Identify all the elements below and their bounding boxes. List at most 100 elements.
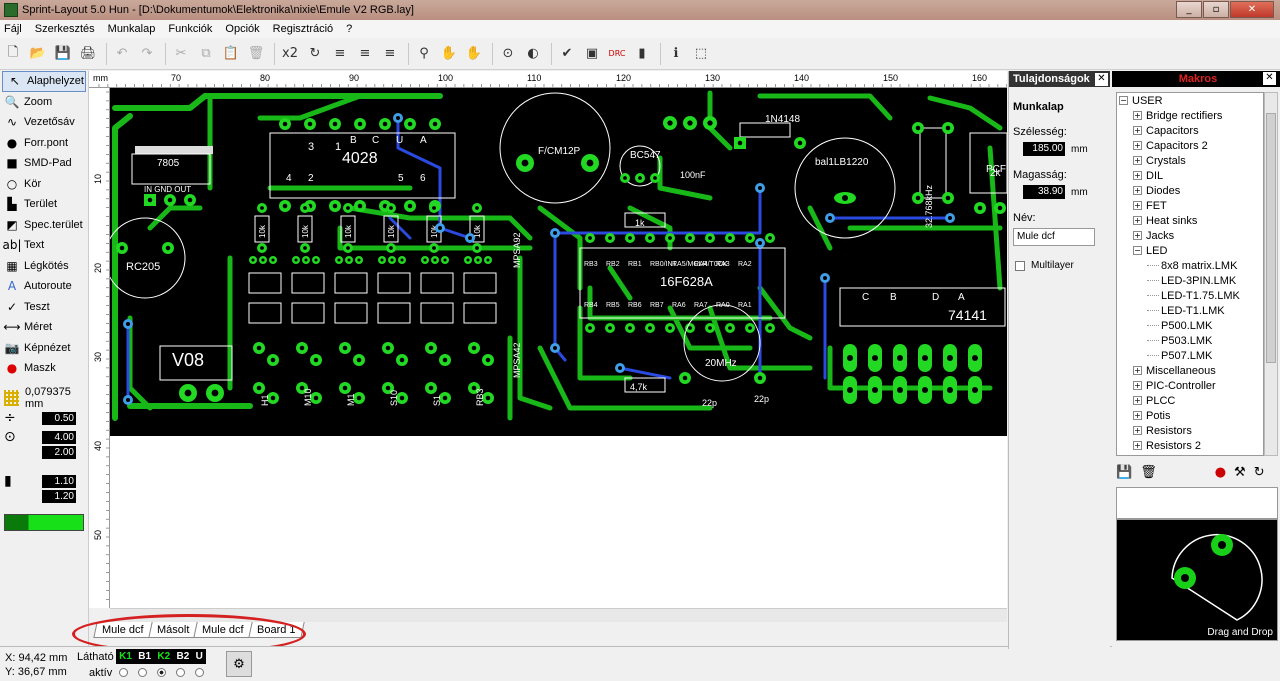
expand-icon[interactable]: +	[1133, 411, 1142, 420]
expand-icon[interactable]: +	[1133, 381, 1142, 390]
tree-item[interactable]: + Capacitors 2	[1117, 138, 1263, 153]
smd-height-value[interactable]: 1.20	[42, 489, 76, 503]
toolbar-button-13[interactable]: x2	[279, 43, 301, 65]
tree-item[interactable]: + Heat sinks	[1117, 213, 1263, 228]
tool-k-pn-zet[interactable]: 📷 Képnézet	[0, 338, 88, 359]
toolbar-button-0[interactable]: 🗋	[2, 43, 24, 65]
tree-item[interactable]: + Potis	[1117, 408, 1263, 423]
toolbar-button-31[interactable]: ℹ	[665, 43, 687, 65]
toolbar-button-21[interactable]: ✋	[463, 43, 485, 65]
tool-m-ret[interactable]: ⟷ Méret	[0, 317, 88, 338]
refresh-icon[interactable]: ↻	[1254, 465, 1265, 480]
toolbar-button-16[interactable]: ≡	[354, 43, 376, 65]
layer-b2[interactable]: B2	[176, 651, 189, 662]
tree-item[interactable]: + Crystals	[1117, 153, 1263, 168]
expand-icon[interactable]: +	[1133, 126, 1142, 135]
tool-l-gk-t-s[interactable]: ▦ Légkötés	[0, 256, 88, 277]
pad-inner-value[interactable]: 2.00	[42, 445, 76, 459]
macro-tree[interactable]: − USER + Bridge rectifiers + Capacitors + Capac…	[1116, 92, 1264, 456]
toolbar-button-24[interactable]: ◐	[522, 43, 544, 65]
pad-outer-value[interactable]: 4.00	[42, 430, 76, 444]
toolbar-button-3[interactable]: 🖨	[77, 43, 99, 65]
toolbar-button-26[interactable]: ✔	[556, 43, 578, 65]
tree-item[interactable]: P503.LMK	[1117, 333, 1263, 348]
tree-item[interactable]: LED-3PIN.LMK	[1117, 273, 1263, 288]
toolbar-button-8[interactable]: ✂	[170, 43, 192, 65]
toolbar-button-28[interactable]: DRC	[606, 43, 628, 65]
tool-k-r[interactable]: ○ Kör	[0, 174, 88, 195]
grid-selector[interactable]: 0,079375 mm	[0, 386, 88, 410]
tool-spec-ter-let[interactable]: ◩ Spec.terület	[0, 215, 88, 236]
tree-item[interactable]: P507.LMK	[1117, 348, 1263, 363]
tool-text[interactable]: ab| Text	[0, 235, 88, 256]
tool-ter-let[interactable]: ▙ Terület	[0, 194, 88, 215]
tools-icon[interactable]: ⚒	[1234, 465, 1246, 480]
tree-item[interactable]: + Jacks	[1117, 228, 1263, 243]
toolbar-button-29[interactable]: ▮	[631, 43, 653, 65]
collapse-icon[interactable]: −	[1119, 96, 1128, 105]
toolbar-button-19[interactable]: ⚲	[413, 43, 435, 65]
toolbar-button-10[interactable]: 📋	[220, 43, 242, 65]
toolbar-button-15[interactable]: ≡	[329, 43, 351, 65]
menu-help[interactable]: ?	[346, 23, 352, 35]
toolbar-button-11[interactable]: 🗑	[245, 43, 267, 65]
expand-icon[interactable]: +	[1133, 366, 1142, 375]
multilayer-option[interactable]: Multilayer	[1015, 260, 1110, 271]
tree-item[interactable]: + PIC-Controller	[1117, 378, 1263, 393]
layer-b1[interactable]: B1	[138, 651, 151, 662]
tree-item[interactable]: + Bridge rectifiers	[1117, 108, 1263, 123]
tree-item[interactable]: + Diodes	[1117, 183, 1263, 198]
tool-vezet-s-v[interactable]: ∿ Vezetősáv	[0, 112, 88, 133]
layer-color-bar[interactable]	[4, 513, 84, 531]
tree-item[interactable]: + Resistors	[1117, 423, 1263, 438]
delete-macro-icon[interactable]: 🗑	[1140, 465, 1157, 480]
menu-edit[interactable]: Szerkesztés	[35, 23, 95, 35]
collapse-icon[interactable]: −	[1133, 246, 1142, 255]
tree-item[interactable]: P500.LMK	[1117, 318, 1263, 333]
layer-k1[interactable]: K1	[119, 651, 132, 662]
tree-item[interactable]: + DIL	[1117, 168, 1263, 183]
magnet-button[interactable]: ⚙	[226, 651, 252, 677]
tab-board-1[interactable]: Board 1	[247, 622, 304, 638]
close-button[interactable]: ✕	[1230, 1, 1274, 18]
menu-sheet[interactable]: Munkalap	[108, 23, 156, 35]
expand-icon[interactable]: +	[1133, 396, 1142, 405]
smd-width-value[interactable]: 1.10	[42, 474, 76, 488]
radio-k2[interactable]	[157, 668, 166, 677]
tree-item[interactable]: 8x8 matrix.LMK	[1117, 258, 1263, 273]
scrollbar-thumb[interactable]	[1266, 113, 1276, 363]
radio-u[interactable]	[195, 668, 204, 677]
toolbar-button-23[interactable]: ⊙	[497, 43, 519, 65]
tab-masolt[interactable]: Másolt	[147, 622, 198, 638]
expand-icon[interactable]: +	[1133, 426, 1142, 435]
tree-item[interactable]: LED-T1.75.LMK	[1117, 288, 1263, 303]
toolbar-button-9[interactable]: ⧉	[195, 43, 217, 65]
macros-close-icon[interactable]: ✕	[1263, 72, 1276, 85]
pcb-board[interactable]: 7805IN GND OUTRC20540283 1B C U A4 2 5 6F/CM12P…	[110, 88, 1007, 436]
expand-icon[interactable]: +	[1133, 156, 1142, 165]
tool-autoroute[interactable]: A Autoroute	[0, 276, 88, 297]
toolbar-button-2[interactable]: 💾	[52, 43, 74, 65]
menu-file[interactable]: Fájl	[4, 23, 22, 35]
pcb-canvas[interactable]: 7805 IN GND OUT RC205 4028 3 1 B C U A 4 2 5 6 F/CM12P…	[110, 88, 1007, 436]
menu-options[interactable]: Opciók	[225, 23, 259, 35]
expand-icon[interactable]: +	[1133, 441, 1142, 450]
layer-k2[interactable]: K2	[157, 651, 170, 662]
expand-icon[interactable]: +	[1133, 201, 1142, 210]
tab-mule-dcf[interactable]: Mule dcf	[93, 622, 153, 638]
tree-item[interactable]: + PLCC	[1117, 393, 1263, 408]
radio-b1[interactable]	[138, 668, 147, 677]
radio-k1[interactable]	[119, 668, 128, 677]
tab-mule-dcf-2[interactable]: Mule dcf	[193, 622, 253, 638]
tree-item[interactable]: + Capacitors	[1117, 123, 1263, 138]
save-macro-icon[interactable]: 💾	[1116, 465, 1132, 480]
macro-preview[interactable]: Drag and Drop	[1116, 519, 1278, 641]
toolbar-button-5[interactable]: ↶	[111, 43, 133, 65]
toolbar-button-20[interactable]: ✋	[438, 43, 460, 65]
maximize-button[interactable]: ▫	[1203, 1, 1229, 18]
tool-zoom[interactable]: 🔍 Zoom	[0, 92, 88, 113]
expand-icon[interactable]: +	[1133, 141, 1142, 150]
tree-item[interactable]: + FET	[1117, 198, 1263, 213]
toolbar-button-14[interactable]: ↻	[304, 43, 326, 65]
macro-tree-scrollbar[interactable]	[1264, 92, 1278, 456]
